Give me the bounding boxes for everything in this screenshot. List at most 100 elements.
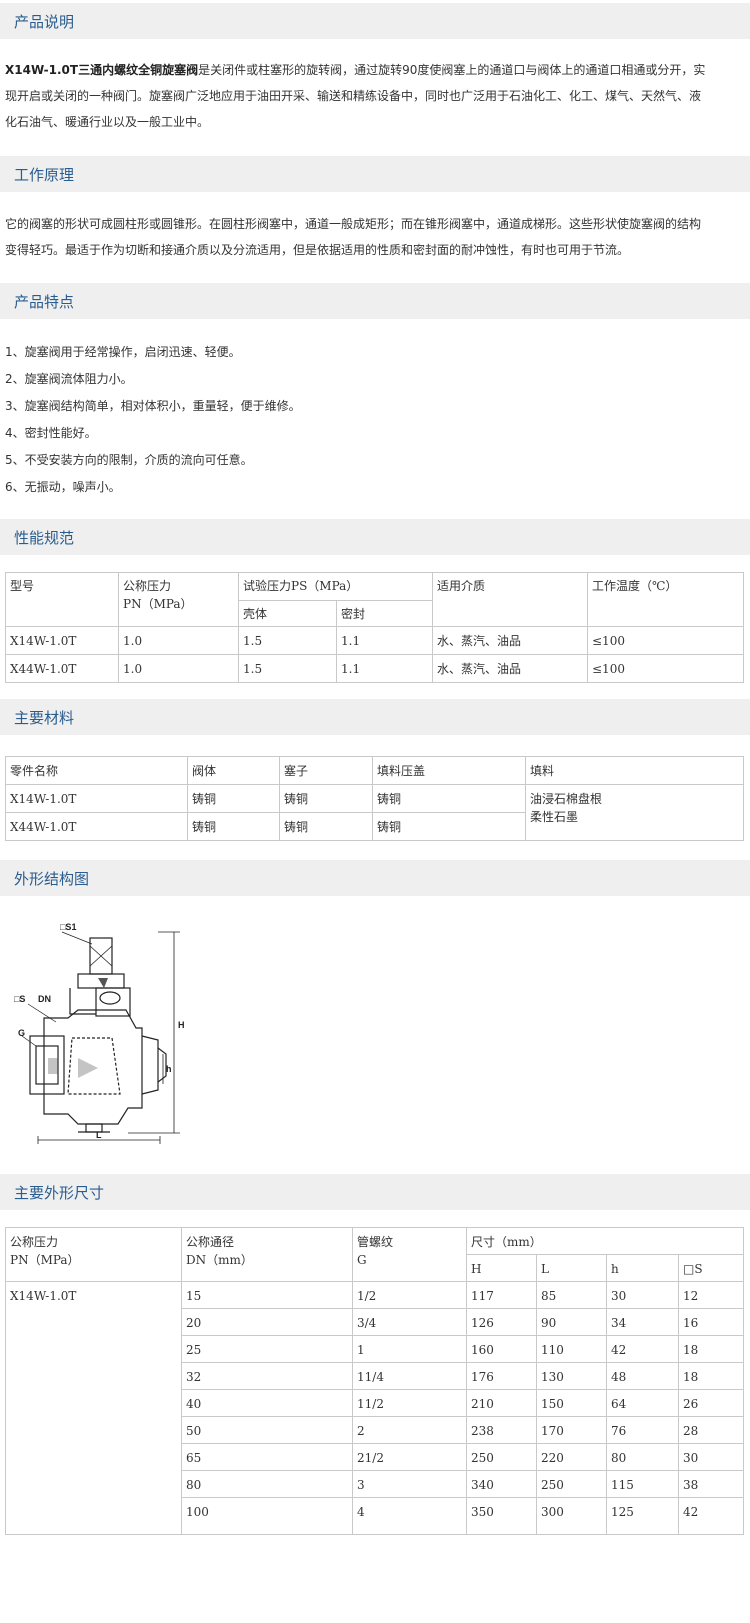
header-thread: 管螺纹 G: [352, 1227, 467, 1282]
cell-media: 水、蒸汽、油品: [432, 626, 588, 655]
cell-dn: 100: [181, 1497, 353, 1535]
cell-model: X14W-1.0T: [5, 626, 119, 655]
cell-h: 42: [606, 1335, 679, 1363]
section-title: 性能规范: [14, 529, 75, 547]
section-title: 主要外形尺寸: [14, 1184, 105, 1202]
principle-paragraph: 它的阀塞的形状可成圆柱形或圆锥形。在圆柱形阀塞中，通道一般成矩形；而在锥形阀塞中…: [5, 211, 743, 263]
section-title: 工作原理: [14, 166, 75, 184]
cell-pn: 1.0: [118, 626, 239, 655]
cell-g: 11/4: [352, 1362, 467, 1390]
cell-temp: ≤100: [587, 654, 744, 683]
cell-h: 80: [606, 1443, 679, 1471]
header-part: 零件名称: [5, 756, 188, 785]
product-page: 产品说明 X14W-1.0T三通内螺纹全铜旋塞阀是关闭件或柱塞形的旋转阀，通过旋…: [0, 0, 750, 1623]
cell-g: 4: [352, 1497, 467, 1535]
cell-s: 16: [677, 1308, 745, 1336]
section-title: 外形结构图: [14, 870, 90, 888]
cell-body: 铸铜: [187, 784, 280, 813]
cell-L: 250: [536, 1470, 607, 1498]
cell-shell: 1.5: [238, 654, 337, 683]
cell-h: 34: [606, 1308, 679, 1336]
principle-line-2: 变得轻巧。最适于作为切断和接通介质以及分流适用，但是依据适用的性质和密封面的耐冲…: [5, 243, 630, 257]
feature-item: 6、无振动，噪声小。: [5, 480, 121, 494]
cell-dn: 32: [181, 1362, 353, 1390]
cell-model: X14W-1.0T: [5, 784, 188, 813]
feature-item: 2、旋塞阀流体阻力小。: [5, 372, 133, 386]
header-seal: 密封: [336, 600, 433, 627]
header-dn: 公称通径 DN（mm）: [181, 1227, 353, 1282]
header-pn: 公称压力 PN（MPa）: [118, 572, 239, 627]
cell-plug: 铸铜: [279, 784, 373, 813]
header-h: h: [606, 1254, 679, 1282]
cell-L: 220: [536, 1443, 607, 1471]
cell-L: 85: [536, 1281, 607, 1309]
cell-L: 170: [536, 1416, 607, 1444]
table-row: X44W-1.0T 1.0 1.5 1.1 水、蒸汽、油品 ≤100: [5, 654, 744, 683]
cell-g: 2: [352, 1416, 467, 1444]
header-pn: 公称压力 PN（MPa）: [5, 1227, 182, 1282]
intro-line-2: 现开启或关闭的一种阀门。旋塞阀广泛地应用于油田开采、输送和精练设备中，同时也广泛…: [5, 89, 702, 103]
cell-s: 42: [677, 1497, 745, 1535]
cell-model: X44W-1.0T: [5, 654, 119, 683]
cell-L: 110: [536, 1335, 607, 1363]
cell-packing: 油浸石棉盘根 柔性石墨: [525, 784, 744, 841]
cell-H: 210: [466, 1389, 537, 1417]
feature-item: 5、不受安装方向的限制，介质的流向可任意。: [5, 453, 253, 467]
cell-s: 12: [677, 1281, 745, 1309]
cell-h: 48: [606, 1362, 679, 1390]
header-pn-label: 公称压力: [10, 1235, 59, 1249]
cell-L: 130: [536, 1362, 607, 1390]
header-pn-unit: PN（MPa）: [10, 1253, 80, 1267]
cell-body: 铸铜: [187, 812, 280, 841]
cell-dn: 50: [181, 1416, 353, 1444]
header-plug: 塞子: [279, 756, 373, 785]
header-pn-unit: PN（MPa）: [123, 597, 193, 611]
cell-dn: 25: [181, 1335, 353, 1363]
cell-temp: ≤100: [587, 626, 744, 655]
section-title: 产品特点: [14, 293, 75, 311]
label-h-lower: h: [166, 1064, 172, 1074]
cell-H: 160: [466, 1335, 537, 1363]
cell-shell: 1.5: [238, 626, 337, 655]
cell-L: 300: [536, 1497, 607, 1535]
label-s: □S: [14, 994, 25, 1004]
cell-h: 64: [606, 1389, 679, 1417]
section-header-structure: 外形结构图: [0, 860, 750, 896]
section-header-features: 产品特点: [0, 283, 750, 319]
cell-L: 90: [536, 1308, 607, 1336]
cell-pn: 1.0: [118, 654, 239, 683]
cell-g: 3/4: [352, 1308, 467, 1336]
dimensions-table: 公称压力 PN（MPa） 公称通径 DN（mm） 管螺纹 G 尺寸（mm） H L h…: [5, 1227, 745, 1535]
valve-structure-diagram: □S1 □S DN G H h L: [14, 922, 185, 1144]
cell-g: 21/2: [352, 1443, 467, 1471]
header-H: H: [466, 1254, 537, 1282]
cell-plug: 铸铜: [279, 812, 373, 841]
packing-1: 油浸石棉盘根: [530, 792, 603, 806]
cell-s: 28: [677, 1416, 745, 1444]
label-h-upper: H: [178, 1020, 185, 1030]
table-row: X14W-1.0T 铸铜 铸铜 铸铜 油浸石棉盘根 柔性石墨: [5, 784, 744, 841]
cell-model: X44W-1.0T: [5, 812, 188, 841]
table-row: X14W-1.0T 15 1/2 117 85 30 12: [5, 1281, 745, 1535]
header-shell: 壳体: [238, 600, 337, 627]
header-gland: 填料压盖: [372, 756, 526, 785]
cell-g: 1/2: [352, 1281, 467, 1309]
header-thread-g: G: [357, 1253, 367, 1267]
label-s1: □S1: [60, 922, 76, 932]
cell-H: 238: [466, 1416, 537, 1444]
section-header-specs: 性能规范: [0, 519, 750, 555]
cell-seal: 1.1: [336, 654, 433, 683]
cell-L: 150: [536, 1389, 607, 1417]
cell-h: 125: [606, 1497, 679, 1535]
cell-h: 115: [606, 1470, 679, 1498]
header-size: 尺寸（mm）: [465, 1227, 745, 1255]
feature-item: 4、密封性能好。: [5, 426, 97, 440]
cell-H: 340: [466, 1470, 537, 1498]
cell-g: 11/2: [352, 1389, 467, 1417]
cell-H: 117: [466, 1281, 537, 1309]
header-pn-label: 公称压力: [123, 579, 172, 593]
section-header-intro: 产品说明: [0, 3, 750, 39]
cell-dn: 15: [181, 1281, 353, 1309]
cell-model: X14W-1.0T: [5, 1281, 182, 1535]
section-header-materials: 主要材料: [0, 699, 750, 735]
